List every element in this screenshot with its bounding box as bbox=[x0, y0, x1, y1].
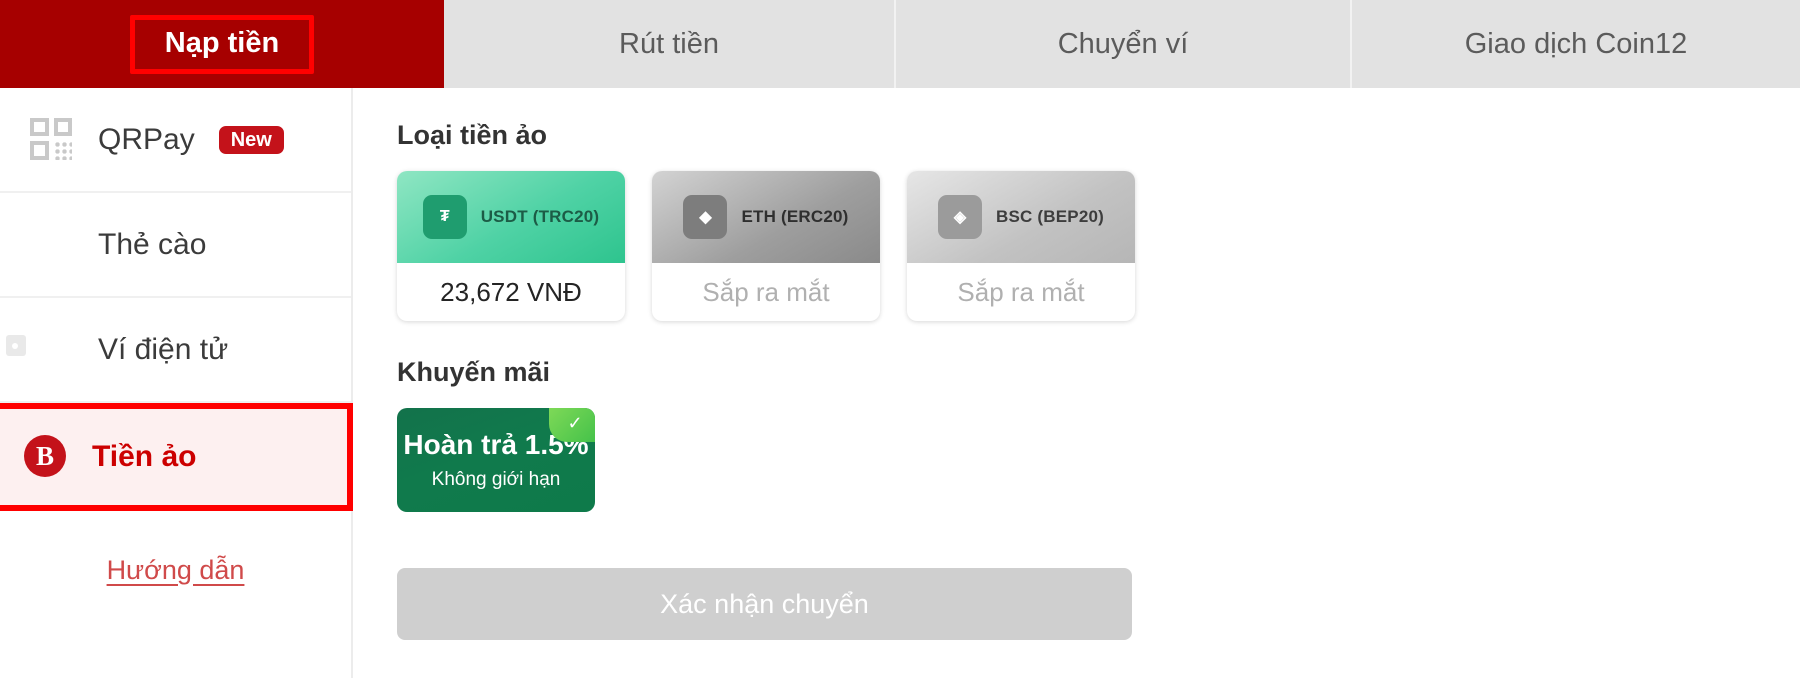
coin-option-eth[interactable]: ◆ ETH (ERC20) Sắp ra mắt bbox=[652, 171, 880, 321]
sidebar-item-qrpay-label: QRPay bbox=[98, 122, 195, 156]
new-badge: New bbox=[218, 125, 284, 154]
tab-chuyen-vi[interactable]: Chuyển ví bbox=[896, 0, 1352, 88]
coin-option-eth-name: ETH (ERC20) bbox=[741, 207, 849, 226]
sidebar: QRPay New Thẻ cào Ví điện tử B Tiền ảo H… bbox=[0, 88, 353, 678]
coin-option-eth-head: ◆ ETH (ERC20) bbox=[652, 171, 880, 263]
sidebar-item-vi-dien-tu-label: Ví điện tử bbox=[98, 332, 229, 366]
page-body: QRPay New Thẻ cào Ví điện tử B Tiền ảo H… bbox=[0, 88, 1800, 678]
tether-icon: ₮ bbox=[422, 195, 467, 239]
tab-giao-dich-coin12[interactable]: Giao dịch Coin12 bbox=[1352, 0, 1800, 88]
sidebar-item-vi-dien-tu[interactable]: Ví điện tử bbox=[0, 298, 351, 403]
sidebar-item-the-cao-label: Thẻ cào bbox=[98, 227, 207, 261]
guide-link[interactable]: Hướng dẫn bbox=[107, 555, 245, 586]
coin-option-usdt-value: 23,672 VNĐ bbox=[440, 276, 582, 307]
main-content: Loại tiền ảo ₮ USDT (TRC20) 23,672 VNĐ ◆… bbox=[353, 88, 1800, 678]
coin-option-usdt-head: ₮ USDT (TRC20) bbox=[397, 171, 625, 263]
deposit-page: Nạp tiền Rút tiền Chuyển ví Giao dịch Co… bbox=[0, 0, 1800, 678]
tab-chuyen-vi-label: Chuyển ví bbox=[1057, 27, 1189, 60]
card-icon bbox=[30, 223, 74, 267]
tab-rut-tien-label: Rút tiền bbox=[619, 27, 719, 60]
sidebar-item-qrpay[interactable]: QRPay New bbox=[0, 88, 351, 193]
tab-rut-tien[interactable]: Rút tiền bbox=[444, 0, 896, 88]
confirm-button[interactable]: Xác nhận chuyển bbox=[397, 568, 1132, 640]
check-icon: ✓ bbox=[549, 408, 595, 442]
binance-icon: ◈ bbox=[937, 195, 982, 239]
coin-option-eth-value: Sắp ra mắt bbox=[702, 276, 830, 307]
main-tabs: Nạp tiền Rút tiền Chuyển ví Giao dịch Co… bbox=[0, 0, 1800, 88]
tab-nap-tien[interactable]: Nạp tiền bbox=[0, 0, 444, 88]
ethereum-icon: ◆ bbox=[683, 195, 728, 239]
bitcoin-icon: B bbox=[24, 435, 68, 479]
wallet-icon bbox=[30, 328, 74, 372]
sidebar-item-tien-ao-label: Tiền ảo bbox=[92, 440, 197, 473]
coin-section-title: Loại tiền ảo bbox=[397, 120, 548, 150]
guide-link-wrap: Hướng dẫn bbox=[0, 511, 351, 629]
coin-type-list: ₮ USDT (TRC20) 23,672 VNĐ ◆ ETH (ERC20) … bbox=[397, 171, 1800, 321]
sidebar-item-the-cao[interactable]: Thẻ cào bbox=[0, 193, 351, 298]
promo-section-title: Khuyến mãi bbox=[397, 357, 551, 387]
promo-card[interactable]: ✓ Hoàn trả 1.5% Không giới hạn bbox=[397, 408, 595, 512]
coin-option-bsc[interactable]: ◈ BSC (BEP20) Sắp ra mắt bbox=[907, 171, 1135, 321]
tab-giao-dich-coin12-label: Giao dịch Coin12 bbox=[1464, 27, 1688, 60]
coin-option-usdt-name: USDT (TRC20) bbox=[480, 207, 600, 226]
coin-option-bsc-value: Sắp ra mắt bbox=[957, 276, 1085, 307]
promo-card-subtitle: Không giới hạn bbox=[431, 469, 561, 490]
qr-code-icon bbox=[30, 117, 74, 162]
sidebar-item-tien-ao[interactable]: B Tiền ảo bbox=[0, 403, 353, 511]
coin-option-usdt[interactable]: ₮ USDT (TRC20) 23,672 VNĐ bbox=[397, 171, 625, 321]
coin-option-bsc-name: BSC (BEP20) bbox=[995, 207, 1104, 226]
tab-nap-tien-label: Nạp tiền bbox=[129, 14, 315, 74]
coin-option-bsc-head: ◈ BSC (BEP20) bbox=[907, 171, 1135, 263]
